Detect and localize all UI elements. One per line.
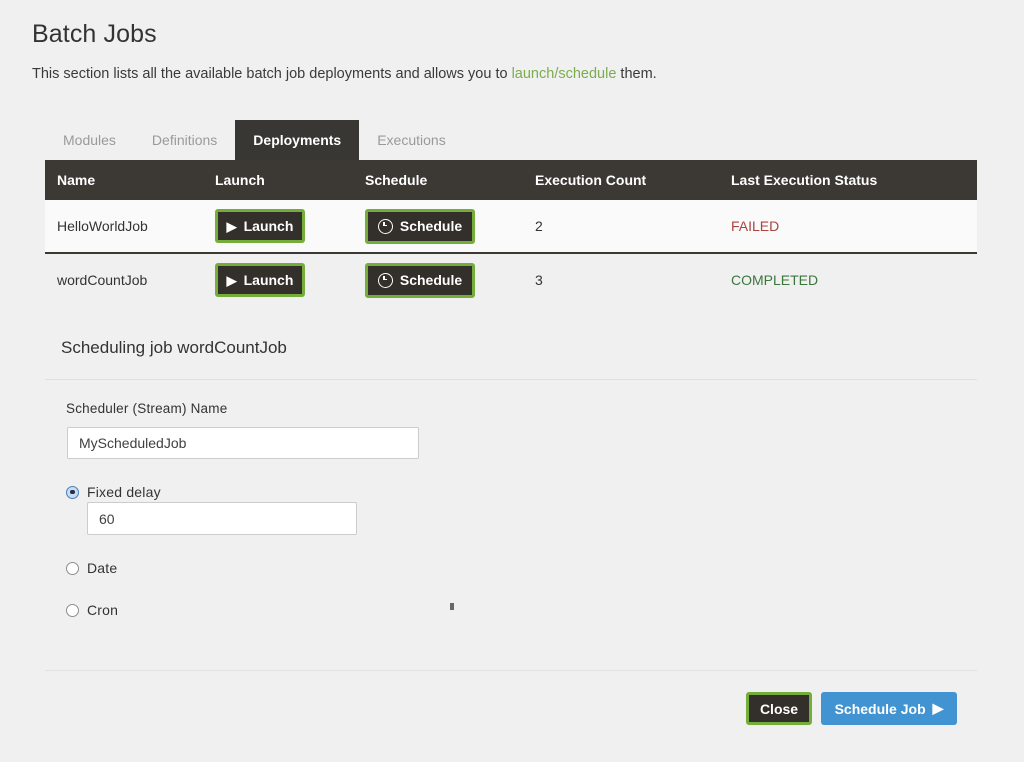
play-icon: ▶: [932, 700, 944, 716]
execution-count: 3: [535, 272, 543, 288]
form-top-divider: [45, 379, 977, 380]
schedule-button[interactable]: Schedule: [365, 262, 475, 298]
radio-label-fixed-delay: Fixed delay: [87, 484, 161, 500]
table-row: wordCountJob ▶ Launch Schedule 3 COMPLET…: [45, 254, 977, 306]
close-button[interactable]: Close: [746, 692, 812, 725]
radio-label-date: Date: [87, 560, 118, 576]
radio-label-cron: Cron: [87, 602, 119, 618]
column-header-execution-count: Execution Count: [535, 172, 647, 188]
schedule-button-label: Schedule: [399, 218, 463, 234]
status-badge: FAILED: [731, 218, 780, 234]
table-row: HelloWorldJob ▶ Launch Schedule 2 FAILED: [45, 200, 977, 254]
scheduler-name-input[interactable]: [67, 427, 419, 459]
schedule-button-label: Schedule: [399, 272, 463, 288]
radio-icon-cron[interactable]: [66, 603, 79, 617]
page-title: Batch Jobs: [32, 20, 157, 48]
play-icon: ▶: [226, 272, 237, 288]
scheduling-form-heading: Scheduling job wordCountJob: [61, 338, 287, 357]
job-name: HelloWorldJob: [57, 218, 148, 234]
column-header-last-status: Last Execution Status: [731, 172, 878, 188]
schedule-link[interactable]: schedule: [558, 66, 616, 82]
column-header-launch: Launch: [215, 172, 265, 188]
launch-button-label: Launch: [243, 272, 294, 288]
subtitle-suffix: them.: [616, 66, 657, 82]
tab-deployments[interactable]: Deployments: [235, 120, 360, 160]
radio-option-date[interactable]: Date: [66, 560, 117, 576]
deployments-table: Name Launch Schedule Execution Count Las…: [45, 160, 977, 306]
radio-icon-fixed-delay[interactable]: [66, 485, 79, 499]
mouse-cursor: [450, 603, 454, 610]
play-icon: ▶: [226, 218, 237, 234]
clock-icon: [377, 218, 393, 234]
radio-icon-date[interactable]: [66, 561, 79, 575]
page-subtitle: This section lists all the available bat…: [32, 66, 657, 82]
subtitle-prefix: This section lists all the available bat…: [32, 66, 512, 82]
column-header-name: Name: [57, 172, 96, 188]
schedule-button[interactable]: Schedule: [365, 208, 475, 244]
tab-bar: Modules Definitions Deployments Executio…: [45, 120, 464, 160]
launch-button[interactable]: ▶ Launch: [215, 209, 305, 243]
radio-option-cron[interactable]: Cron: [66, 602, 118, 618]
job-name: wordCountJob: [57, 272, 148, 288]
tab-executions[interactable]: Executions: [359, 120, 463, 160]
schedule-job-button[interactable]: Schedule Job ▶: [821, 692, 957, 725]
launch-button-label: Launch: [243, 218, 294, 234]
schedule-job-button-label: Schedule Job: [834, 700, 926, 717]
fixed-delay-input[interactable]: [87, 502, 357, 535]
clock-icon: [377, 272, 393, 288]
scheduler-name-label: Scheduler (Stream) Name: [66, 401, 228, 416]
tab-modules[interactable]: Modules: [45, 120, 134, 160]
table-header-row: Name Launch Schedule Execution Count Las…: [45, 160, 977, 200]
form-bottom-divider: [45, 670, 977, 671]
close-button-label: Close: [759, 700, 799, 717]
launch-link[interactable]: launch: [512, 66, 555, 82]
batch-jobs-page: Batch Jobs This section lists all the av…: [0, 0, 1024, 762]
status-badge: COMPLETED: [731, 272, 819, 288]
tab-definitions[interactable]: Definitions: [134, 120, 235, 160]
radio-option-fixed-delay[interactable]: Fixed delay: [66, 484, 161, 500]
column-header-schedule: Schedule: [365, 172, 428, 188]
execution-count: 2: [535, 218, 543, 234]
launch-button[interactable]: ▶ Launch: [215, 263, 305, 297]
